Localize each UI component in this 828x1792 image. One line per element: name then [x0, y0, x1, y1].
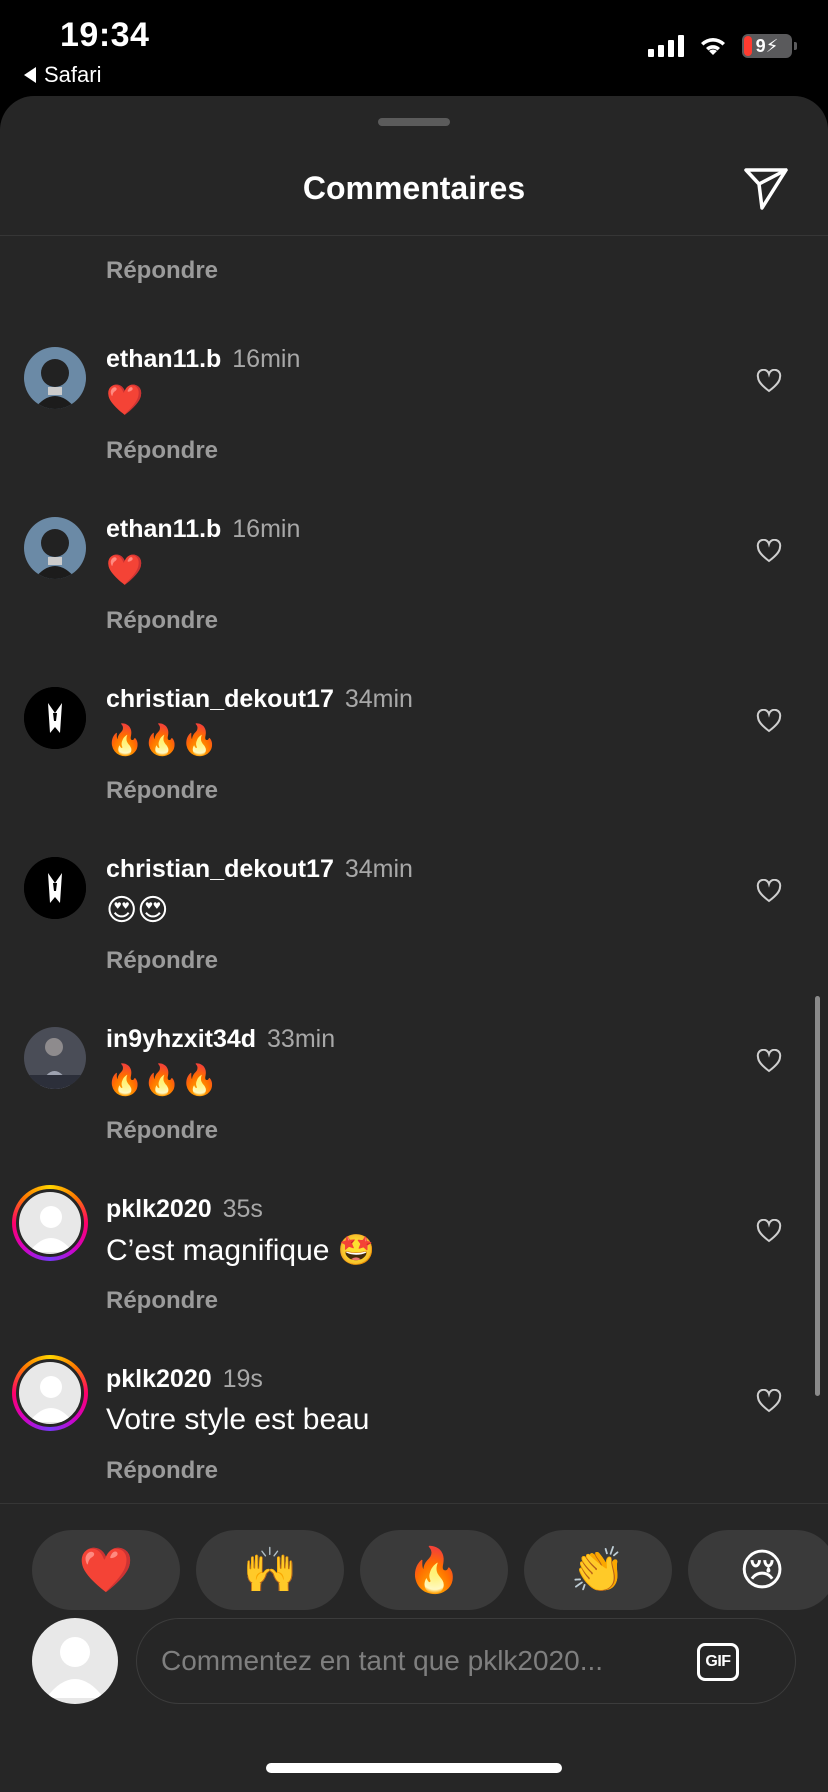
avatar[interactable] [24, 517, 86, 579]
comment-time: 35s [222, 1195, 263, 1223]
heart-icon[interactable] [756, 879, 782, 903]
comment-text: 🔥🔥🔥 [106, 1064, 219, 1097]
comment-text: ❤️ [106, 554, 144, 587]
avatar[interactable] [12, 1185, 88, 1261]
comment-item: christian_dekout17 34min 🔥🔥🔥 Répondre [0, 671, 828, 841]
reply-button[interactable]: Répondre [106, 257, 218, 285]
heart-icon[interactable] [756, 1389, 782, 1413]
comment-time: 34min [344, 685, 413, 713]
back-to-safari-link[interactable]: Safari [24, 62, 101, 88]
comment-username[interactable]: in9yhzxit34d [106, 1025, 256, 1053]
comments-sheet: Commentaires Répondre ethan11.b 16min ❤️… [0, 96, 828, 1792]
reaction-heart-button[interactable]: ❤️ [32, 1530, 180, 1610]
reply-button[interactable]: Répondre [106, 947, 218, 975]
status-bar: 19:34 Safari 9⚡ [0, 0, 828, 96]
scrollbar[interactable] [815, 996, 820, 1396]
heart-icon[interactable] [756, 1219, 782, 1243]
reply-button[interactable]: Répondre [106, 777, 218, 805]
avatar[interactable] [24, 857, 86, 919]
comment-item: pklk2020 35s C’est magnifique 🤩 Répondre [0, 1181, 828, 1351]
comment-item: ethan11.b 16min ❤️ Répondre [0, 501, 828, 671]
status-indicators: 9⚡ [648, 34, 797, 58]
comment-time: 19s [222, 1365, 263, 1393]
heart-icon[interactable] [756, 539, 782, 563]
reply-button[interactable]: Répondre [106, 1287, 218, 1315]
comment-time: 16min [232, 345, 301, 373]
comments-list[interactable]: Répondre ethan11.b 16min ❤️ Répondre eth… [0, 237, 828, 1503]
comment-time: 34min [344, 855, 413, 883]
wifi-icon [701, 38, 725, 55]
reaction-crying-button[interactable]: 😢 [688, 1530, 828, 1610]
back-arrow-icon [24, 67, 36, 83]
comment-time: 33min [267, 1025, 336, 1053]
reaction-fire-button[interactable]: 🔥 [360, 1530, 508, 1610]
sheet-title: Commentaires [302, 170, 526, 206]
comment-username[interactable]: pklk2020 [106, 1365, 212, 1393]
comment-item: ethan11.b 16min ❤️ Répondre [0, 331, 828, 501]
reply-button[interactable]: Répondre [106, 1117, 218, 1145]
comment-username[interactable]: christian_dekout17 [106, 855, 334, 883]
avatar[interactable] [24, 347, 86, 409]
send-icon[interactable] [742, 164, 790, 212]
comment-username[interactable]: ethan11.b [106, 345, 221, 373]
battery-level: 9 [755, 35, 766, 56]
comment-text: Votre style est beau [106, 1403, 370, 1436]
avatar[interactable] [12, 1355, 88, 1431]
reaction-raised-hands-button[interactable]: 🙌 [196, 1530, 344, 1610]
sheet-header: Commentaires [0, 136, 828, 236]
comment-time: 16min [232, 515, 301, 543]
battery-icon: 9⚡ [742, 34, 797, 58]
comment-username[interactable]: christian_dekout17 [106, 685, 334, 713]
reply-button[interactable]: Répondre [106, 437, 218, 465]
comment-input[interactable] [161, 1637, 681, 1685]
avatar[interactable] [24, 687, 86, 749]
comment-item: pklk2020 19s Votre style est beau Répond… [0, 1351, 828, 1503]
gif-button[interactable]: GIF [697, 1643, 739, 1681]
cellular-signal-icon [648, 35, 684, 57]
sheet-grabber[interactable] [378, 118, 450, 126]
comment-item: christian_dekout17 34min 😍😍 Répondre [0, 841, 828, 1011]
heart-icon[interactable] [756, 709, 782, 733]
heart-icon[interactable] [756, 1049, 782, 1073]
my-avatar [32, 1618, 118, 1704]
back-app-label: Safari [44, 62, 102, 87]
comment-text: ❤️ [106, 384, 144, 417]
comment-text: 😍😍 [106, 894, 169, 927]
avatar[interactable] [24, 1027, 86, 1089]
reply-button[interactable]: Répondre [106, 1457, 218, 1485]
comment-composer: GIF [0, 1616, 828, 1716]
heart-icon[interactable] [756, 369, 782, 393]
quick-reactions-bar: ❤️ 🙌 🔥 👏 😢 [0, 1503, 828, 1613]
comment-username[interactable]: ethan11.b [106, 515, 221, 543]
comment-text: C’est magnifique 🤩 [106, 1234, 376, 1267]
status-time: 19:34 [60, 16, 150, 54]
reaction-clap-button[interactable]: 👏 [524, 1530, 672, 1610]
home-indicator [266, 1763, 562, 1773]
comment-item: in9yhzxit34d 33min 🔥🔥🔥 Répondre [0, 1011, 828, 1181]
reply-button[interactable]: Répondre [106, 607, 218, 635]
comment-input-wrapper: GIF [136, 1618, 796, 1704]
comment-username[interactable]: pklk2020 [106, 1195, 212, 1223]
comment-text: 🔥🔥🔥 [106, 724, 219, 757]
